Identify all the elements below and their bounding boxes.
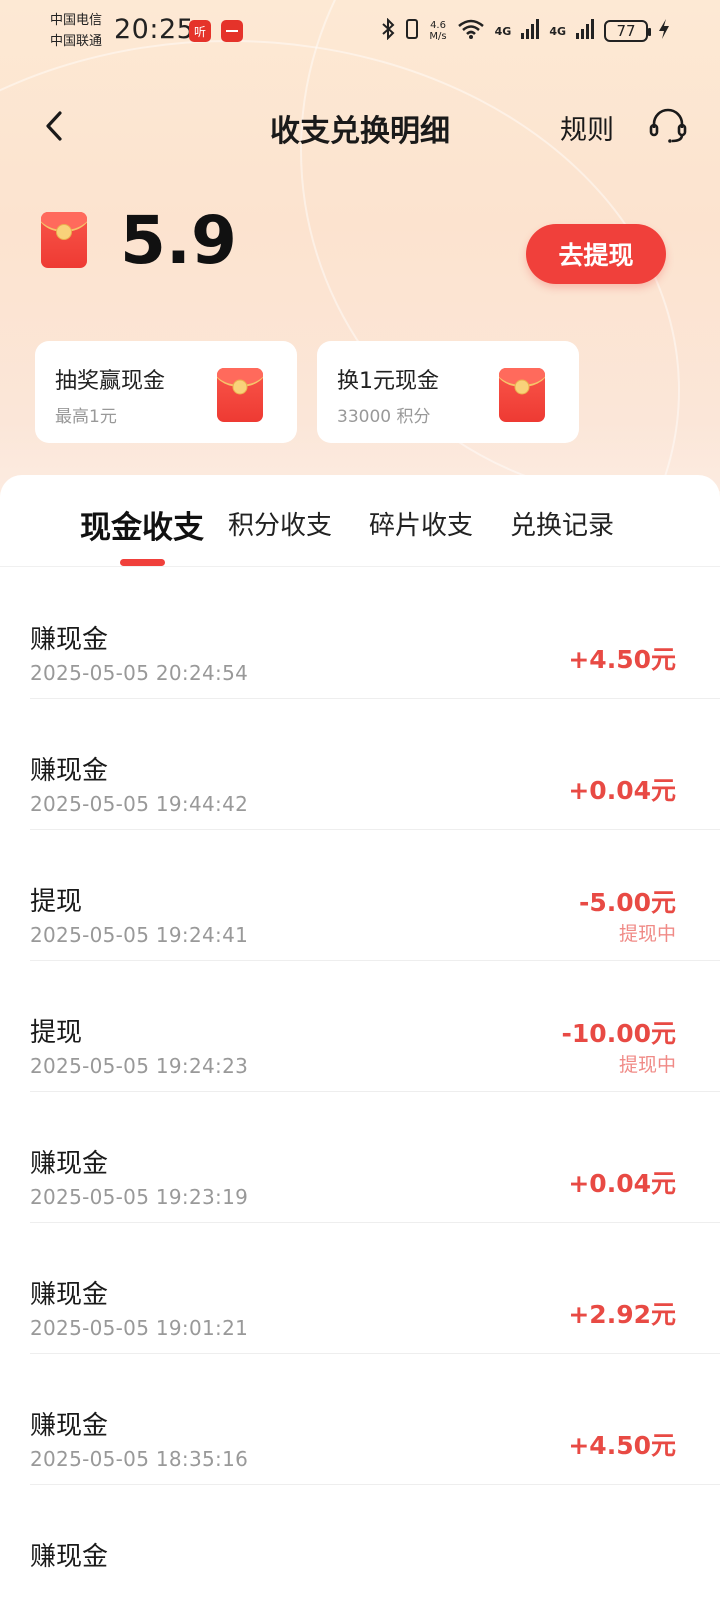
carrier-2: 中国联通 xyxy=(50,34,103,49)
vibrate-icon xyxy=(405,18,419,44)
record-title: 赚现金 xyxy=(30,756,109,786)
record-title: 赚现金 xyxy=(30,1542,109,1572)
red-packet-icon xyxy=(499,368,545,422)
record-row[interactable]: 赚现金 2025-05-05 20:24:54 +4.50元 xyxy=(30,568,720,699)
bluetooth-icon xyxy=(381,17,395,44)
record-title: 赚现金 xyxy=(30,1280,109,1310)
cash-records-list: 赚现金 2025-05-05 20:24:54 +4.50元 赚现金 2025-… xyxy=(30,568,720,1600)
carrier-1: 中国电信 xyxy=(50,13,103,28)
record-amount: -10.00元 xyxy=(561,1019,676,1048)
record-row[interactable]: 提现 2025-05-05 19:24:23 -10.00元 提现中 xyxy=(30,961,720,1092)
signal-bars-1-icon xyxy=(521,19,540,43)
exchange-cash-card[interactable]: 换1元现金 33000 积分 xyxy=(317,341,579,443)
promo-title: 换1元现金 xyxy=(337,369,439,394)
record-time: 2025-05-05 19:01:21 xyxy=(30,1316,249,1340)
back-arrow-icon xyxy=(46,111,62,141)
signal-1-label: 4G xyxy=(494,24,512,38)
record-tabs: 现金收支 积分收支 碎片收支 兑换记录 xyxy=(0,475,720,567)
back-button[interactable] xyxy=(36,108,72,144)
network-speed-unit: M/s xyxy=(429,31,447,42)
record-title: 赚现金 xyxy=(30,625,109,655)
signal-bars-2-icon xyxy=(576,19,594,43)
status-icons: 4.6 M/s 4G 4G 77 xyxy=(381,16,670,46)
record-row[interactable]: 赚现金 xyxy=(30,1485,720,1600)
red-packet-icon xyxy=(217,368,263,422)
record-amount: +4.50元 xyxy=(568,645,676,674)
promo-subtitle: 最高1元 xyxy=(55,407,117,427)
record-status: 提现中 xyxy=(618,923,676,945)
tab-fragments[interactable]: 碎片收支 xyxy=(369,505,473,542)
record-row[interactable]: 赚现金 2025-05-05 19:23:19 +0.04元 xyxy=(30,1092,720,1223)
record-amount: -5.00元 xyxy=(578,888,676,917)
record-time: 2025-05-05 19:24:41 xyxy=(30,923,249,947)
wifi-icon xyxy=(457,18,485,44)
charging-icon xyxy=(658,18,670,44)
promo-title: 抽奖赢现金 xyxy=(55,369,166,394)
tab-exchange-records[interactable]: 兑换记录 xyxy=(510,505,614,542)
rules-link[interactable]: 规则 xyxy=(560,108,614,147)
record-amount: +4.50元 xyxy=(568,1431,676,1460)
record-amount: +0.04元 xyxy=(568,776,676,805)
tab-cash[interactable]: 现金收支 xyxy=(80,502,204,547)
customer-service-button[interactable] xyxy=(646,104,690,148)
record-status: 提现中 xyxy=(618,1054,676,1076)
status-bar: 中国电信 中国联通 20:25 听 4.6 M/s 4G 4G 77 xyxy=(0,0,720,64)
record-title: 提现 xyxy=(30,1018,83,1048)
record-amount: +2.92元 xyxy=(568,1300,676,1329)
battery-level: 77 xyxy=(604,20,651,42)
record-amount: +0.04元 xyxy=(568,1169,676,1198)
network-speed-value: 4.6 xyxy=(430,20,446,31)
active-tab-indicator xyxy=(120,559,165,566)
carrier-names: 中国电信 中国联通 xyxy=(50,10,102,52)
record-title: 赚现金 xyxy=(30,1149,109,1179)
promo-subtitle: 33000 积分 xyxy=(337,407,431,427)
listen-app-icon: 听 xyxy=(189,20,211,42)
cash-balance: 5.9 xyxy=(120,202,237,279)
withdraw-button[interactable]: 去提现 xyxy=(526,224,666,284)
record-row[interactable]: 赚现金 2025-05-05 18:35:16 +4.50元 xyxy=(30,1354,720,1485)
record-time: 2025-05-05 18:35:16 xyxy=(30,1447,249,1471)
record-row[interactable]: 赚现金 2025-05-05 19:01:21 +2.92元 xyxy=(30,1223,720,1354)
headset-icon xyxy=(649,108,687,143)
record-time: 2025-05-05 19:23:19 xyxy=(30,1185,249,1209)
record-time: 2025-05-05 20:24:54 xyxy=(30,661,249,685)
status-clock: 20:25 xyxy=(114,14,195,45)
red-packet-icon xyxy=(41,212,87,268)
record-time: 2025-05-05 19:44:42 xyxy=(30,792,249,816)
signal-2-label: 4G xyxy=(549,24,566,38)
record-time: 2025-05-05 19:24:23 xyxy=(30,1054,249,1078)
tab-points[interactable]: 积分收支 xyxy=(228,505,332,542)
record-title: 提现 xyxy=(30,887,83,917)
network-speed: 4.6 M/s xyxy=(429,20,446,42)
record-row[interactable]: 赚现金 2025-05-05 19:44:42 +0.04元 xyxy=(30,699,720,830)
record-title: 赚现金 xyxy=(30,1411,109,1441)
notification-app-icon xyxy=(221,20,243,42)
lottery-cash-card[interactable]: 抽奖赢现金 最高1元 xyxy=(35,341,297,443)
record-row[interactable]: 提现 2025-05-05 19:24:41 -5.00元 提现中 xyxy=(30,830,720,961)
balance-section: 5.9 去提现 xyxy=(0,202,720,286)
navigation-bar: 收支兑换明细 规则 xyxy=(0,96,720,156)
